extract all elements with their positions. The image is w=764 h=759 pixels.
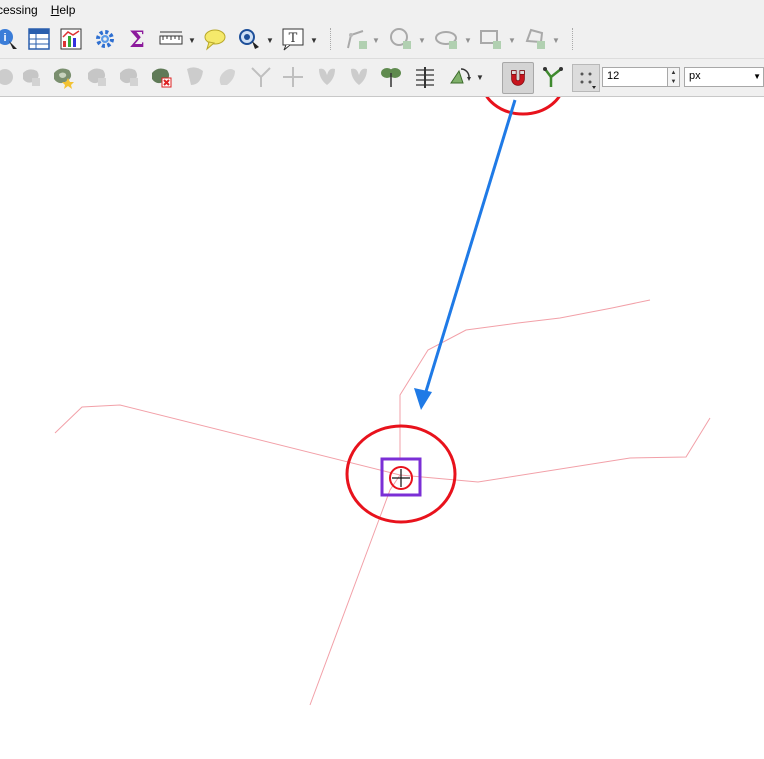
fill-ring-icon[interactable] bbox=[50, 64, 76, 90]
feature-line-upper bbox=[399, 299, 651, 460]
feature-line-south bbox=[309, 474, 401, 706]
chevron-down-icon: ▼ bbox=[753, 72, 761, 81]
rotate-dropdown-icon[interactable]: ▼ bbox=[476, 73, 484, 82]
merge-attributes-icon[interactable] bbox=[346, 64, 372, 90]
attributes-toolbar: i Σ ▼ ▼ T ▼ ▼ ▼ ▼ ▼ ▼ bbox=[0, 20, 764, 59]
reshape-icon[interactable] bbox=[182, 64, 208, 90]
add-polygon-dropdown-icon[interactable]: ▼ bbox=[552, 36, 560, 45]
snapping-tolerance-input[interactable]: 12 bbox=[602, 67, 668, 87]
snapping-toggle-button[interactable] bbox=[502, 62, 534, 94]
text-annotation-icon[interactable]: T bbox=[280, 26, 306, 52]
add-circle-icon[interactable] bbox=[388, 26, 414, 52]
add-rectangle-dropdown-icon[interactable]: ▼ bbox=[508, 36, 516, 45]
tolerance-unit-value: px bbox=[689, 70, 701, 82]
spin-up-icon[interactable]: ▲ bbox=[671, 70, 677, 76]
sum-icon[interactable]: Σ bbox=[124, 26, 150, 52]
menu-processing[interactable]: cessing bbox=[0, 3, 45, 17]
rotate-feature-icon[interactable] bbox=[446, 64, 472, 90]
tolerance-spinner[interactable]: ▲ ▼ bbox=[668, 67, 680, 87]
zoom-select-icon[interactable] bbox=[236, 26, 262, 52]
digitizing-toolbar: ▼ 12 ▲ ▼ px ▼ bbox=[0, 59, 764, 97]
annotation-arrow bbox=[422, 99, 517, 399]
map-tip-icon[interactable] bbox=[202, 26, 228, 52]
add-ring-icon[interactable] bbox=[0, 64, 18, 90]
add-circle-dropdown-icon[interactable]: ▼ bbox=[418, 36, 426, 45]
add-ellipse-icon[interactable] bbox=[434, 26, 460, 52]
svg-text:T: T bbox=[289, 31, 298, 46]
split-parts-icon[interactable] bbox=[280, 64, 306, 90]
add-line-dropdown-icon[interactable]: ▼ bbox=[372, 36, 380, 45]
menu-help[interactable]: Help bbox=[51, 3, 83, 17]
delete-part-icon[interactable] bbox=[116, 64, 142, 90]
add-polygon-icon[interactable] bbox=[522, 26, 548, 52]
tolerance-unit-select[interactable]: px ▼ bbox=[684, 67, 764, 87]
snapping-mode-icon[interactable] bbox=[572, 64, 600, 92]
map-canvas[interactable] bbox=[0, 46, 764, 756]
add-ellipse-dropdown-icon[interactable]: ▼ bbox=[464, 36, 472, 45]
map-canvas-drawing bbox=[54, 46, 711, 706]
menubar: cessing Help bbox=[0, 0, 764, 20]
merge-features-icon[interactable] bbox=[314, 64, 340, 90]
gear-icon[interactable] bbox=[92, 26, 118, 52]
attribute-table-icon[interactable] bbox=[26, 26, 52, 52]
add-line-icon[interactable] bbox=[344, 26, 370, 52]
add-part-icon[interactable] bbox=[18, 64, 44, 90]
svg-text:Σ: Σ bbox=[129, 27, 145, 51]
annotation-dropdown-icon[interactable]: ▼ bbox=[310, 36, 318, 45]
split-features-icon[interactable] bbox=[248, 64, 274, 90]
spin-down-icon[interactable]: ▼ bbox=[671, 79, 677, 85]
magnet-icon bbox=[507, 67, 529, 89]
svg-text:i: i bbox=[3, 32, 6, 44]
statistics-icon[interactable] bbox=[58, 26, 84, 52]
measure-dropdown-icon[interactable]: ▼ bbox=[188, 36, 196, 45]
toolbar-separator bbox=[330, 28, 333, 50]
zoom-dropdown-icon[interactable]: ▼ bbox=[266, 36, 274, 45]
rotate-point-symbols-icon[interactable] bbox=[378, 64, 404, 90]
snapping-highlight-circle bbox=[480, 46, 566, 116]
offset-curve-icon[interactable] bbox=[214, 64, 240, 90]
vertex-tool-icon[interactable] bbox=[412, 64, 438, 90]
identify-icon[interactable]: i bbox=[0, 26, 20, 52]
annotation-arrow-head bbox=[414, 388, 432, 410]
delete-ring-icon[interactable] bbox=[84, 64, 110, 90]
add-rectangle-icon[interactable] bbox=[478, 26, 504, 52]
measure-icon[interactable] bbox=[158, 26, 184, 52]
toolbar-separator-2 bbox=[572, 28, 575, 50]
delete-selected-icon[interactable] bbox=[148, 64, 174, 90]
tracing-icon[interactable] bbox=[540, 64, 566, 90]
